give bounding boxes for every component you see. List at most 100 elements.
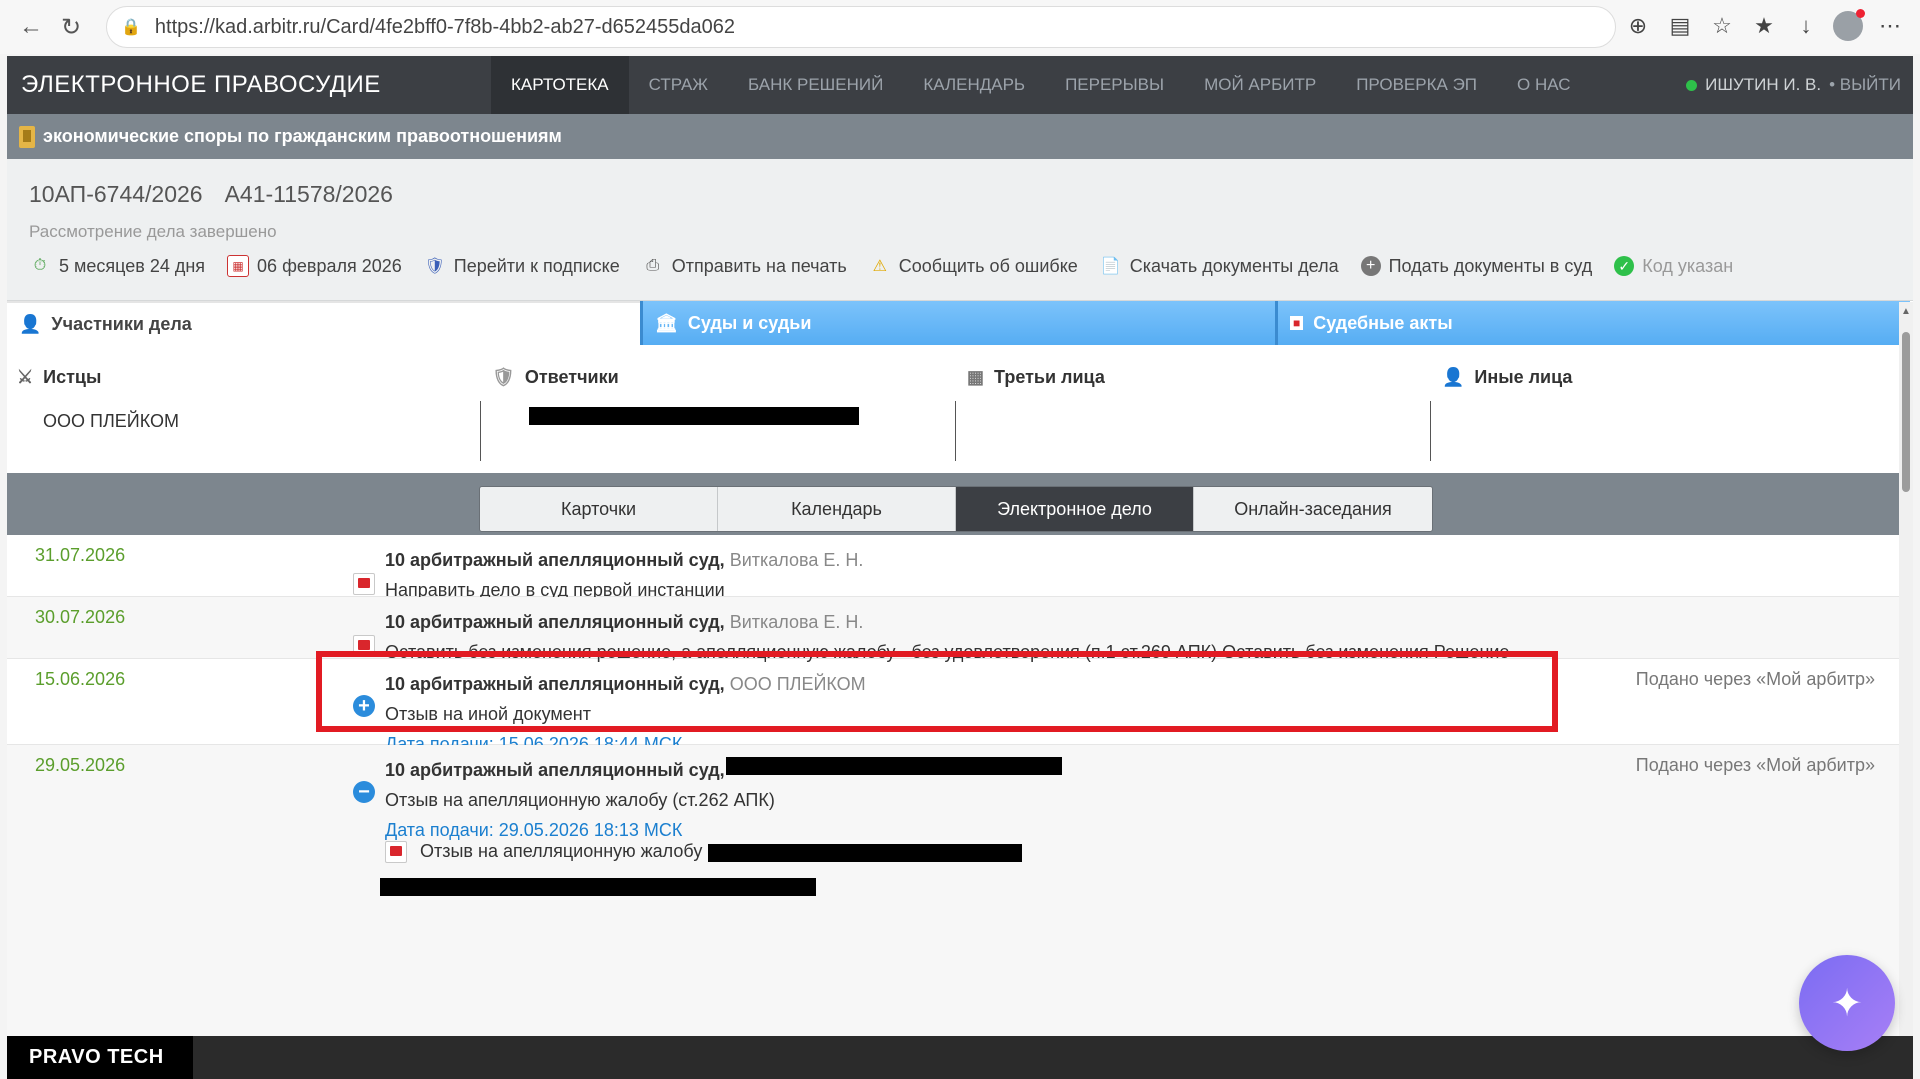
courthouse-icon: 🏛 xyxy=(655,312,678,333)
view-tab-electronic-case[interactable]: Электронное дело xyxy=(956,487,1194,531)
profile-avatar[interactable] xyxy=(1832,8,1865,44)
minus-circle-icon[interactable]: − xyxy=(353,781,375,803)
entry-filed-date: Дата подачи: 29.05.2026 18:13 МСК xyxy=(385,820,683,840)
pdf-icon[interactable] xyxy=(353,573,375,595)
entry-body: 10 арбитражный апелляционный суд, Отзыв … xyxy=(385,755,775,845)
case-category-bar: экономические споры по гражданским право… xyxy=(7,114,1913,159)
entry-date: 30.07.2026 xyxy=(35,607,126,627)
list-item: 29.05.2026 − 10 арбитражный апелляционны… xyxy=(7,745,1907,1055)
case-number-first[interactable]: А41-11578/2026 xyxy=(225,181,393,208)
column-divider xyxy=(1430,401,1431,461)
print-link[interactable]: ⎙ Отправить на печать xyxy=(642,255,846,277)
case-number-appeal: 10АП-6744/2026 xyxy=(29,181,203,207)
other-parties-column: 👤 Иные лица xyxy=(1432,345,1906,473)
case-header: 10АП-6744/2026 А41-11578/2026 Рассмотрен… xyxy=(7,159,1913,301)
calendar-icon: ▦ xyxy=(227,255,250,277)
entry-court: 10 арбитражный апелляционный суд, xyxy=(385,674,725,694)
printer-icon: ⎙ xyxy=(646,257,660,274)
entry-text: Отзыв на апелляционную жалобу (ст.262 АП… xyxy=(385,790,775,810)
case-tabs: 👤 Участники дела 🏛 Суды и судьи ■ Судебн… xyxy=(7,301,1913,345)
other-parties-header: 👤 Иные лица xyxy=(1442,367,1573,387)
footer-bar: PRAVO TECH xyxy=(7,1036,1913,1079)
clock-icon: ⏱ xyxy=(33,257,47,274)
top-navigation: ЭЛЕКТРОННОЕ ПРАВОСУДИЕ КАРТОТЕКА СТРАЖ Б… xyxy=(7,56,1913,114)
entry-judge: Виткалова Е. Н. xyxy=(729,612,864,632)
plaintiffs-header: ⚔ Истцы xyxy=(17,367,102,387)
plus-circle-icon[interactable]: + xyxy=(353,695,375,717)
menu-item-my-arbitr[interactable]: МОЙ АРБИТР xyxy=(1184,56,1336,114)
building-icon: ▦ xyxy=(967,367,985,387)
tab-judicial-acts[interactable]: ■ Судебные акты xyxy=(1275,301,1910,345)
plaintiff-name[interactable]: ООО ПЛЕЙКОМ xyxy=(43,411,179,432)
view-toggle: Карточки Календарь Электронное дело Онла… xyxy=(479,486,1433,532)
entry-court: 10 арбитражный апелляционный суд, xyxy=(385,760,725,780)
person-icon: 👤 xyxy=(1442,367,1465,387)
page-scrollbar[interactable]: ▲ ▼ xyxy=(1899,302,1913,1079)
third-parties-header: ▦ Третьи лица xyxy=(967,367,1105,387)
redacted-attachment xyxy=(380,878,816,896)
entry-date: 15.06.2026 xyxy=(35,669,126,689)
tab-participants[interactable]: 👤 Участники дела xyxy=(7,301,640,345)
defendants-header: 🛡 Ответчики xyxy=(492,367,619,387)
view-tab-online-sessions[interactable]: Онлайн-заседания xyxy=(1194,487,1432,531)
menu-item-kartoteka[interactable]: КАРТОТЕКА xyxy=(491,56,629,114)
column-divider xyxy=(480,401,481,461)
tab-courts-judges[interactable]: 🏛 Суды и судьи xyxy=(640,301,1275,345)
entry-court: 10 арбитражный апелляционный суд, xyxy=(385,612,725,632)
user-name[interactable]: ИШУТИН И. В. xyxy=(1705,75,1821,95)
shield-icon: 🛡 xyxy=(424,258,445,275)
person-icon: 👤 xyxy=(19,313,42,334)
back-arrow-icon[interactable]: ← xyxy=(14,10,48,44)
defendants-column: 🛡 Ответчики xyxy=(482,345,956,473)
entry-via: Подано через «Мой арбитр» xyxy=(1635,669,1875,689)
menu-item-bank[interactable]: БАНК РЕШЕНИЙ xyxy=(728,56,903,114)
view-tab-calendar[interactable]: Календарь xyxy=(718,487,956,531)
main-menu: КАРТОТЕКА СТРАЖ БАНК РЕШЕНИЙ КАЛЕНДАРЬ П… xyxy=(491,56,1590,114)
shield-icon: 🛡 xyxy=(492,367,515,387)
menu-item-strazh[interactable]: СТРАЖ xyxy=(629,56,728,114)
more-icon[interactable]: ⋯ xyxy=(1874,8,1906,44)
menu-item-about[interactable]: О НАС xyxy=(1497,56,1590,114)
documents-feed: 31.07.2026 10 арбитражный апелляционный … xyxy=(7,535,1907,1055)
case-numbers: 10АП-6744/2026 А41-11578/2026 xyxy=(29,181,393,208)
menu-item-calendar[interactable]: КАЛЕНДАРЬ xyxy=(903,56,1045,114)
reload-icon[interactable]: ↻ xyxy=(54,10,88,44)
entry-court: 10 арбитражный апелляционный суд, xyxy=(385,550,725,570)
entry-body: 10 арбитражный апелляционный суд, Виткал… xyxy=(385,607,1509,667)
report-error-link[interactable]: ⚠ Сообщить об ошибке xyxy=(869,255,1078,277)
zoom-icon[interactable]: ⊕ xyxy=(1622,8,1654,44)
case-status: Рассмотрение дела завершено xyxy=(29,222,277,241)
download-icon: 📄 xyxy=(1100,258,1121,275)
site-brand[interactable]: ЭЛЕКТРОННОЕ ПРАВОСУДИЕ xyxy=(21,71,491,99)
browser-toolbar: ← ↻ 🔒 https://kad.arbitr.ru/Card/4fe2bff… xyxy=(0,0,1920,54)
redacted-attachment xyxy=(708,844,1022,862)
pdf-icon[interactable] xyxy=(385,841,407,863)
submit-docs-link[interactable]: + Подать документы в суд xyxy=(1360,256,1592,277)
user-block: ИШУТИН И. В. • ВЫЙТИ xyxy=(1686,56,1901,114)
sparkle-icon[interactable]: ✦ xyxy=(1799,955,1895,1051)
reader-icon[interactable]: ▤ xyxy=(1664,8,1696,44)
entry-text: Отзыв на иной документ xyxy=(385,704,591,724)
logout-link[interactable]: • ВЫЙТИ xyxy=(1829,75,1901,95)
subscribe-link[interactable]: 🛡 Перейти к подписке xyxy=(424,255,620,277)
footer-brand: PRAVO TECH xyxy=(7,1036,193,1079)
attachment-title[interactable]: Отзыв на апелляционную жалобу xyxy=(420,841,702,862)
menu-item-ep-check[interactable]: ПРОВЕРКА ЭП xyxy=(1336,56,1497,114)
duration: ⏱ 5 месяцев 24 дня xyxy=(29,255,205,277)
pdf-icon[interactable] xyxy=(353,635,375,657)
scroll-thumb[interactable] xyxy=(1902,332,1910,492)
favorites-icon[interactable]: ★ xyxy=(1748,8,1780,44)
menu-item-breaks[interactable]: ПЕРЕРЫВЫ xyxy=(1045,56,1184,114)
url-text: https://kad.arbitr.ru/Card/4fe2bff0-7f8b… xyxy=(154,15,735,38)
scroll-up-icon[interactable]: ▲ xyxy=(1901,306,1911,317)
download-icon[interactable]: ↓ xyxy=(1790,8,1822,44)
check-icon: ✓ xyxy=(1614,256,1635,276)
view-toggle-bar: Карточки Календарь Электронное дело Онла… xyxy=(7,473,1913,535)
download-docs-link[interactable]: 📄 Скачать документы дела xyxy=(1100,255,1339,277)
list-item: 31.07.2026 10 арбитражный апелляционный … xyxy=(7,535,1907,600)
lock-icon: 🔒 xyxy=(121,19,141,36)
page: ЭЛЕКТРОННОЕ ПРАВОСУДИЕ КАРТОТЕКА СТРАЖ Б… xyxy=(7,56,1913,1079)
view-tab-cards[interactable]: Карточки xyxy=(480,487,718,531)
star-icon[interactable]: ☆ xyxy=(1706,8,1738,44)
address-bar[interactable]: 🔒 https://kad.arbitr.ru/Card/4fe2bff0-7f… xyxy=(106,6,1616,48)
